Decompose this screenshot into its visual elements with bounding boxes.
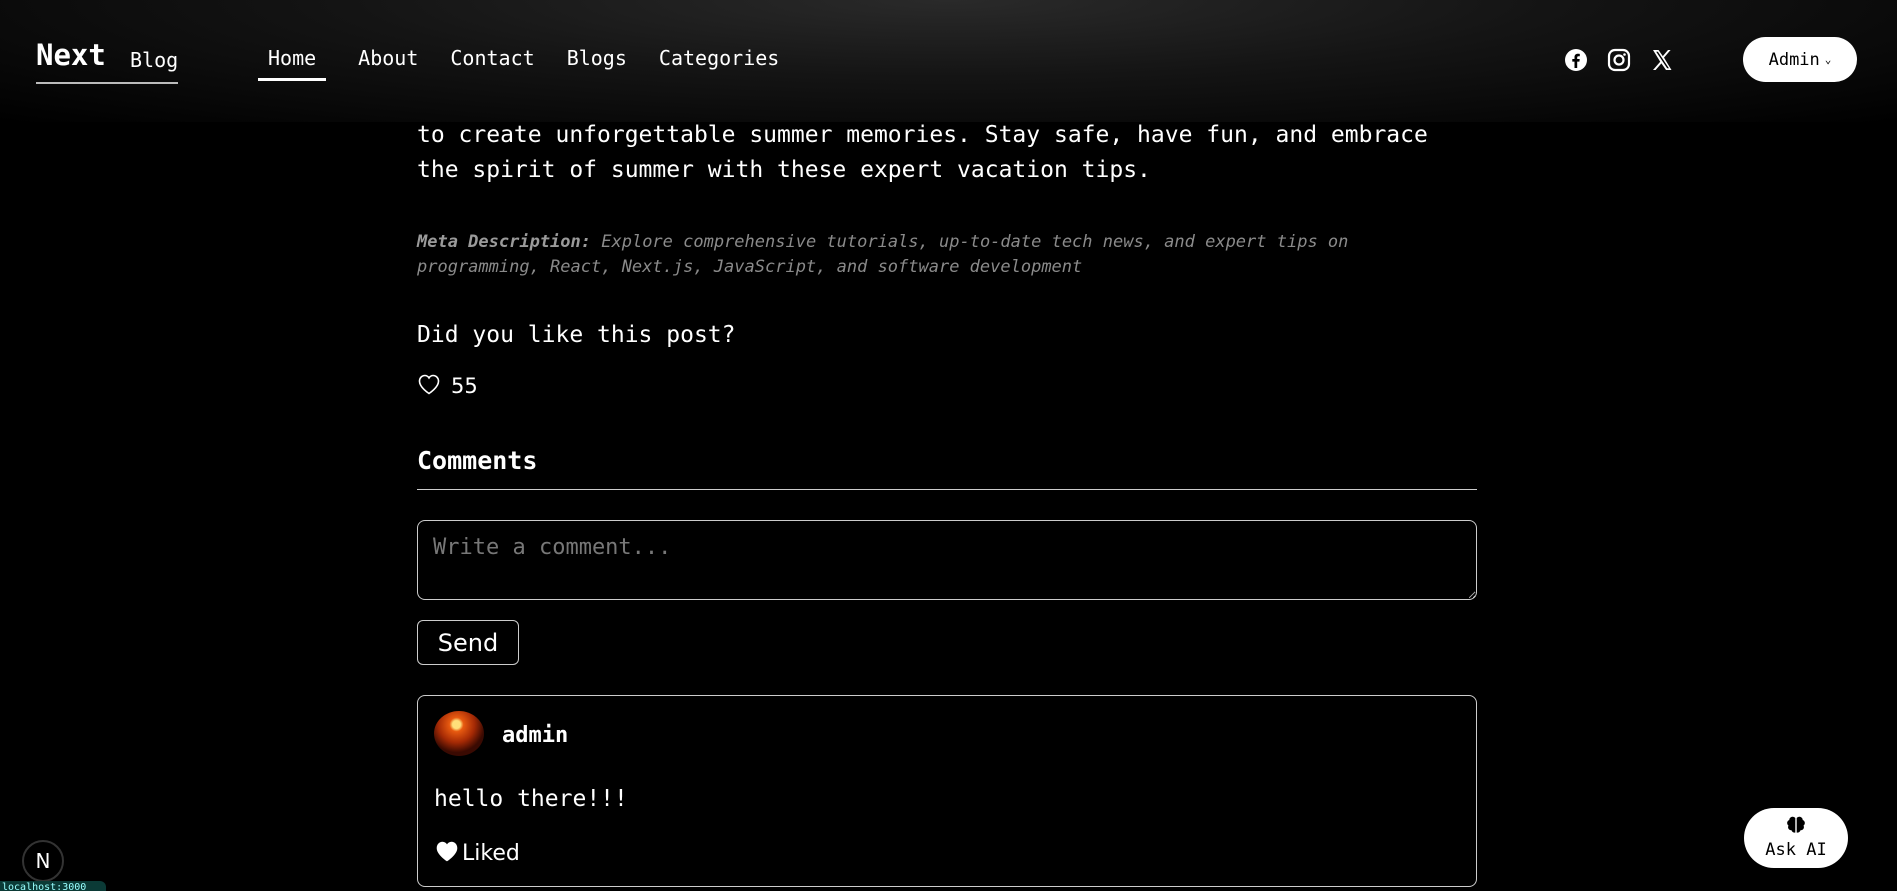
facebook-icon[interactable] bbox=[1564, 48, 1588, 72]
like-count: 55 bbox=[451, 374, 478, 398]
meta-label: Meta Description: bbox=[417, 232, 591, 252]
localhost-tag: localhost:3000 bbox=[0, 881, 106, 891]
comment-input[interactable] bbox=[417, 520, 1477, 600]
x-icon[interactable] bbox=[1650, 48, 1674, 72]
nav-home[interactable]: Home bbox=[258, 46, 327, 81]
send-button[interactable]: Send bbox=[417, 620, 519, 665]
brand-subtitle: Blog bbox=[130, 48, 179, 72]
avatar bbox=[434, 711, 484, 756]
ask-ai-label: Ask AI bbox=[1765, 840, 1827, 860]
brand-logo[interactable]: Next Blog bbox=[36, 38, 178, 84]
chevron-down-icon: ⌄ bbox=[1824, 53, 1832, 66]
article-body: to create unforgettable summer memories.… bbox=[417, 122, 1428, 183]
comments-divider bbox=[417, 489, 1477, 490]
comment-author: admin bbox=[502, 723, 569, 748]
heart-outline-icon bbox=[417, 373, 441, 399]
comment-body: hello there!!! bbox=[434, 786, 628, 812]
nav-blogs[interactable]: Blogs bbox=[567, 46, 627, 81]
brand-title: Next bbox=[36, 38, 106, 72]
comment-card: admin hello there!!! Liked bbox=[417, 695, 1477, 887]
admin-menu-button[interactable]: Admin ⌄ bbox=[1743, 37, 1857, 82]
instagram-icon[interactable] bbox=[1607, 48, 1631, 72]
comment-like-button[interactable]: Liked bbox=[434, 839, 520, 867]
nav-about[interactable]: About bbox=[358, 46, 418, 81]
heart-filled-icon bbox=[434, 839, 460, 867]
admin-label: Admin bbox=[1768, 49, 1820, 70]
nextjs-dev-badge[interactable]: N bbox=[22, 840, 64, 882]
nextjs-logo-icon: N bbox=[35, 849, 51, 873]
main-nav: Home About Contact Blogs Categories bbox=[258, 46, 811, 81]
ask-ai-button[interactable]: Ask AI bbox=[1744, 808, 1848, 868]
comments-heading: Comments bbox=[417, 446, 538, 475]
like-button[interactable]: 55 bbox=[417, 373, 478, 399]
like-question: Did you like this post? bbox=[417, 322, 736, 348]
nav-contact[interactable]: Contact bbox=[450, 46, 534, 81]
brain-icon bbox=[1786, 816, 1806, 838]
meta-description: Meta Description: Explore comprehensive … bbox=[417, 230, 1417, 280]
nav-categories[interactable]: Categories bbox=[659, 46, 779, 81]
site-header: Next Blog Home About Contact Blogs Categ… bbox=[0, 0, 1897, 122]
liked-label: Liked bbox=[462, 840, 520, 866]
